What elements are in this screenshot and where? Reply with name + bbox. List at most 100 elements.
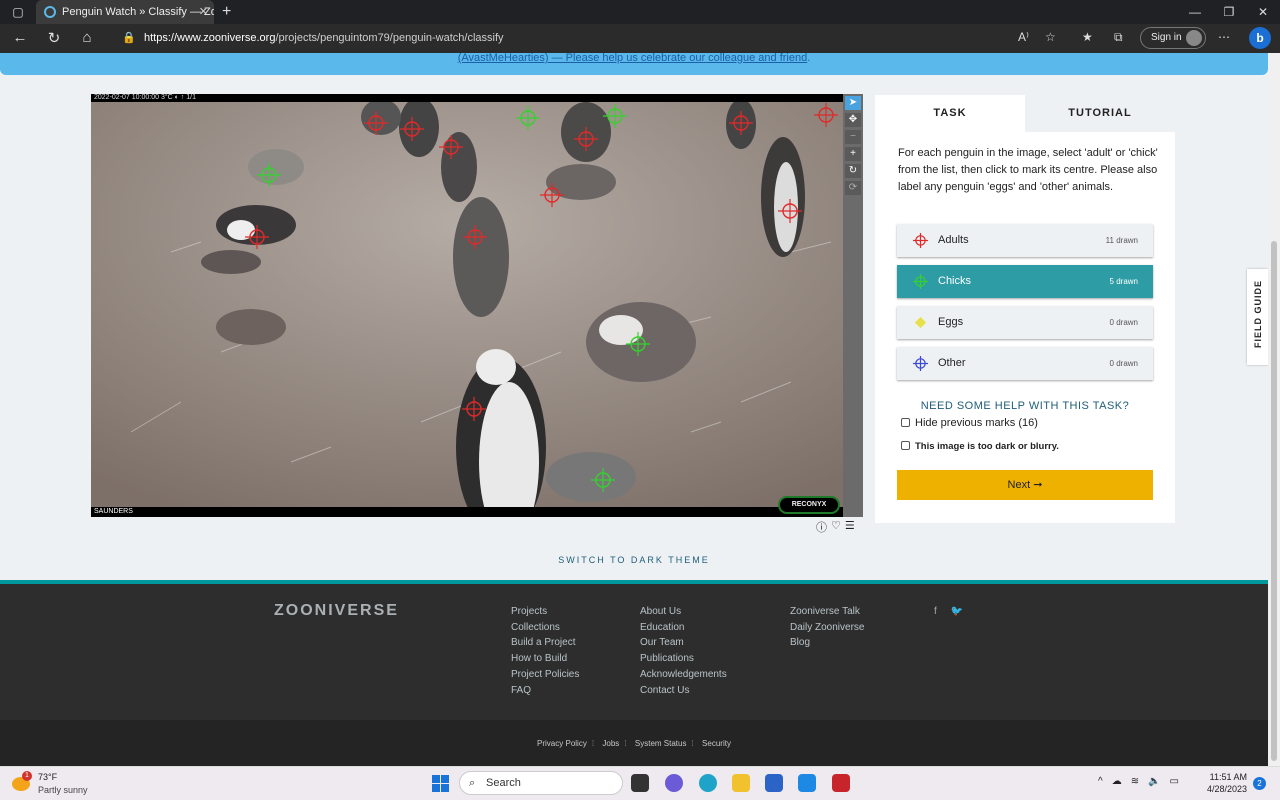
collections-icon[interactable]: ⧉ (1114, 30, 1123, 45)
tool-label: Eggs (938, 316, 964, 328)
footer-link[interactable]: Daily Zooniverse (790, 622, 864, 635)
banner-link[interactable]: (AvastMeHearties) — Please help us celeb… (458, 53, 808, 64)
favorites-icon[interactable]: ★ (1082, 30, 1093, 44)
zooniverse-logo[interactable]: ZOONIVERSE (274, 602, 399, 620)
checkbox-box[interactable] (901, 441, 910, 450)
read-aloud-icon[interactable]: A⁾ (1018, 30, 1029, 44)
favorite-heart-icon[interactable]: ♡ (831, 519, 841, 535)
tool-label: Chicks (938, 275, 972, 287)
footer-link[interactable]: Our Team (640, 637, 727, 650)
url-host: https://www.zooniverse.org (144, 32, 276, 44)
more-options-icon[interactable]: ⋯ (1218, 30, 1230, 44)
security-link[interactable]: Security (702, 739, 731, 748)
close-window-icon[interactable]: ✕ (1246, 0, 1280, 24)
pan-tool-icon[interactable]: ✥ (845, 113, 861, 127)
footer-bottom-bar: Privacy Policy ⁞ Jobs ⁞ System Status ⁞ Sec… (0, 720, 1268, 766)
page-scrollbar[interactable] (1268, 53, 1280, 766)
footer-link[interactable]: Publications (640, 653, 727, 666)
hide-marks-checkbox[interactable]: Hide previous marks (16) (901, 417, 1038, 429)
edge-browser-icon[interactable] (699, 774, 717, 792)
pointer-tool-icon[interactable]: ➤ (845, 96, 861, 110)
rotate-icon[interactable]: ↻ (845, 164, 861, 178)
footer-link[interactable]: FAQ (511, 685, 579, 698)
scrollbar-thumb[interactable] (1271, 241, 1277, 761)
sign-in-button[interactable]: Sign in (1140, 27, 1206, 49)
tool-chicks-button[interactable]: Chicks 5 drawn (897, 265, 1153, 298)
checkbox-box[interactable] (901, 418, 910, 427)
penguin-camera-image[interactable] (91, 102, 843, 507)
footer-link[interactable]: Blog (790, 637, 864, 650)
facebook-icon[interactable]: f (934, 606, 937, 617)
twitter-icon[interactable]: 🐦 (951, 606, 963, 617)
tool-other-button[interactable]: Other 0 drawn (897, 347, 1153, 380)
footer-link[interactable]: How to Build (511, 653, 579, 666)
privacy-policy-link[interactable]: Privacy Policy (537, 739, 587, 748)
help-link[interactable]: NEED SOME HELP WITH THIS TASK? (875, 400, 1175, 412)
bing-chat-icon[interactable]: b (1249, 27, 1271, 49)
too-dark-checkbox[interactable]: This image is too dark or blurry. (901, 441, 1059, 452)
footer-link[interactable]: Education (640, 622, 727, 635)
back-icon[interactable]: ← (10, 29, 30, 46)
footer-link[interactable]: Project Policies (511, 669, 579, 682)
subject-viewer[interactable]: 2022-02-07 10:00:00 3°C ◐ ↑ 1/1 SAUNDERS… (91, 94, 843, 517)
wifi-icon[interactable]: ≋ (1131, 776, 1139, 787)
footer-link[interactable]: Acknowledgements (640, 669, 727, 682)
lock-icon: 🔒 (122, 32, 136, 44)
chevron-up-icon[interactable]: ^ (1098, 776, 1103, 787)
battery-icon[interactable]: ▭ (1170, 776, 1179, 787)
system-tray: ^ ☁ ≋ 🔈 ▭ (1098, 776, 1179, 787)
tab-actions-icon[interactable]: ▢ (10, 4, 26, 20)
social-links: f 🐦 (934, 606, 963, 617)
taskbar-search-input[interactable]: ⌕ Search (459, 771, 623, 795)
maximize-icon[interactable]: ❐ (1212, 0, 1246, 24)
add-favorite-icon[interactable]: ☆ (1045, 30, 1056, 44)
notification-badge[interactable]: 2 (1253, 777, 1266, 790)
tab-task[interactable]: TASK (875, 95, 1025, 132)
network-status-icon[interactable]: ☁ (1112, 776, 1122, 787)
next-button[interactable]: Next ➞ (897, 470, 1153, 500)
zoom-in-icon[interactable]: + (845, 147, 861, 161)
footer-column-about: About Us Education Our Team Publications… (640, 606, 727, 697)
tool-eggs-button[interactable]: Eggs 0 drawn (897, 306, 1153, 339)
reset-icon[interactable]: ⟳ (845, 181, 861, 195)
footer-link[interactable]: Contact Us (640, 685, 727, 698)
tool-adults-button[interactable]: Adults 11 drawn (897, 224, 1153, 257)
home-icon[interactable]: ⌂ (77, 29, 97, 46)
teams-chat-icon[interactable] (665, 774, 683, 792)
tab-tutorial[interactable]: TUTORIAL (1025, 95, 1175, 132)
footer-column-projects: Projects Collections Build a Project How… (511, 606, 579, 697)
collections-list-icon[interactable]: ☰ (845, 519, 855, 535)
mcafee-icon[interactable] (832, 774, 850, 792)
tool-label: Adults (938, 234, 969, 246)
search-icon: ⌕ (469, 777, 476, 789)
weather-description: Partly sunny (38, 785, 88, 795)
browser-tab[interactable]: Penguin Watch » Classify — Zoo ✕ (36, 0, 214, 24)
tab-close-icon[interactable]: ✕ (199, 0, 208, 24)
taskbar-clock[interactable]: 11:51 AM 4/28/2023 (1201, 771, 1247, 795)
info-icon[interactable]: ⓘ (816, 519, 827, 535)
microsoft-store-icon[interactable] (765, 774, 783, 792)
announcement-banner: (AvastMeHearties) — Please help us celeb… (0, 53, 1268, 75)
task-view-icon[interactable] (631, 774, 649, 792)
volume-icon[interactable]: 🔈 (1148, 776, 1160, 787)
footer-link[interactable]: Collections (511, 622, 579, 635)
footer-link[interactable]: Zooniverse Talk (790, 606, 864, 619)
switch-dark-theme-link[interactable]: SWITCH TO DARK THEME (0, 555, 1268, 565)
tool-count: 0 drawn (1109, 318, 1138, 327)
system-status-link[interactable]: System Status (635, 739, 687, 748)
footer-link[interactable]: Projects (511, 606, 579, 619)
field-guide-tab[interactable]: FIELD GUIDE (1247, 269, 1268, 365)
minimize-icon[interactable]: — (1178, 0, 1212, 24)
weather-badge: 1 (22, 771, 32, 781)
url-input[interactable]: 🔒 https://www.zooniverse.org/projects/pe… (110, 27, 1096, 50)
new-tab-icon[interactable]: + (222, 0, 231, 24)
footer-link[interactable]: About Us (640, 606, 727, 619)
app-icon[interactable] (798, 774, 816, 792)
zoom-out-icon[interactable]: − (845, 130, 861, 144)
start-button-icon[interactable] (432, 775, 449, 792)
refresh-icon[interactable]: ↻ (44, 29, 64, 47)
footer-link[interactable]: Build a Project (511, 637, 579, 650)
footer-column-talk: Zooniverse Talk Daily Zooniverse Blog (790, 606, 864, 650)
jobs-link[interactable]: Jobs (602, 739, 619, 748)
file-explorer-icon[interactable] (732, 774, 750, 792)
